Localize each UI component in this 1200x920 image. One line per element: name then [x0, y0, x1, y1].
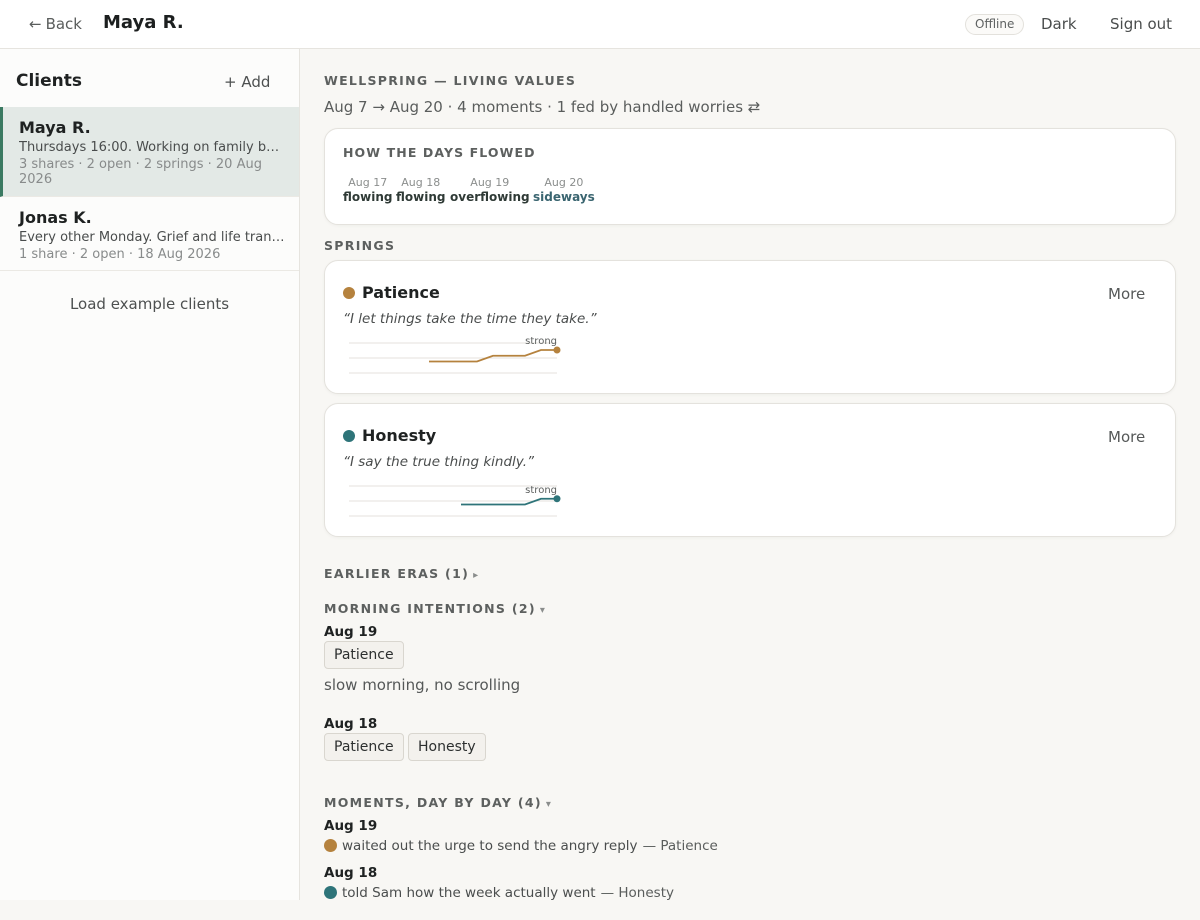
range-summary: Aug 7 → Aug 20 · 4 moments · 1 fed by ha…: [324, 98, 761, 116]
moments-label: MOMENTS, DAY BY DAY (4): [324, 795, 542, 810]
flow-day-state: flowing: [396, 190, 446, 204]
intention-date: Aug 19: [324, 624, 378, 640]
moment-text: waited out the urge to send the angry re…: [342, 838, 638, 854]
offline-status-badge: Offline: [965, 14, 1025, 35]
client-description: Thursdays 16:00. Working on family bound…: [19, 140, 285, 155]
moment-item: waited out the urge to send the angry re…: [324, 838, 718, 854]
spring-card-patience: Patience More “I let things take the tim…: [324, 260, 1176, 394]
moment-date: Aug 19: [324, 818, 378, 834]
moment-text: told Sam how the week actually went: [342, 885, 596, 901]
sign-out-button[interactable]: Sign out: [1110, 15, 1172, 33]
spring-name: Honesty: [362, 426, 437, 445]
caret-right-icon: ▸: [473, 570, 479, 581]
flow-day-date: Aug 20: [544, 176, 584, 189]
client-meta: 3 shares · 2 open · 2 springs · 20 Aug 2…: [19, 157, 262, 187]
intention-chip[interactable]: Patience: [324, 733, 404, 761]
earlier-eras-toggle[interactable]: EARLIER ERAS (1) ▸: [324, 566, 478, 581]
flow-day-date: Aug 19: [470, 176, 510, 189]
moment-value: — Honesty: [600, 885, 674, 901]
flow-day-state: sideways: [533, 190, 595, 204]
flow-day-date: Aug 18: [401, 176, 441, 189]
clients-heading: Clients: [16, 71, 83, 91]
sparkline-level-label: strong: [525, 485, 557, 496]
caret-down-icon: ▾: [545, 799, 551, 810]
earlier-eras-label: EARLIER ERAS (1): [324, 566, 470, 581]
section-eyebrow: WELLSPRING — LIVING VALUES: [324, 73, 577, 88]
client-item-maya[interactable]: Maya R. Thursdays 16:00. Working on fami…: [0, 107, 299, 197]
client-item-jonas[interactable]: Jonas K. Every other Monday. Grief and l…: [0, 197, 299, 271]
spring-quote: “I say the true thing kindly.”: [343, 454, 534, 470]
spring-quote: “I let things take the time they take.”: [343, 311, 597, 327]
moments-toggle[interactable]: MOMENTS, DAY BY DAY (4) ▾: [324, 795, 551, 810]
value-color-dot: [324, 839, 337, 852]
springs-heading: SPRINGS: [324, 238, 396, 253]
morning-intentions-toggle[interactable]: MORNING INTENTIONS (2) ▾: [324, 601, 545, 616]
back-arrow-icon: ←: [29, 15, 42, 33]
back-button[interactable]: ← Back: [29, 15, 82, 33]
spring-more-button[interactable]: More: [1108, 285, 1145, 303]
flow-day: Aug 17 flowing: [343, 176, 392, 205]
sparkline-trend-line: [429, 349, 557, 363]
flow-day-state: flowing: [343, 190, 393, 204]
intention-note: slow morning, no scrolling: [324, 676, 521, 694]
sparkline-end-point: [553, 495, 561, 503]
moment-value: — Patience: [642, 838, 718, 854]
load-example-clients-button[interactable]: Load example clients: [0, 295, 299, 313]
flow-day: Aug 18 flowing: [396, 176, 445, 205]
sparkline-end-point: [553, 346, 561, 354]
spring-card-honesty: Honesty More “I say the true thing kindl…: [324, 403, 1176, 537]
client-meta: 1 share · 2 open · 18 Aug 2026: [19, 247, 221, 262]
intention-chip[interactable]: Patience: [324, 641, 404, 669]
spring-color-dot: [343, 287, 355, 299]
top-bar: ← Back Maya R. Offline Dark Sign out: [0, 0, 1200, 49]
spring-more-button[interactable]: More: [1108, 428, 1145, 446]
flow-day: Aug 20 sideways: [533, 176, 595, 205]
spring-color-dot: [343, 430, 355, 442]
morning-intentions-label: MORNING INTENTIONS (2): [324, 601, 536, 616]
sparkline-trend-line: [461, 497, 557, 506]
client-description: Every other Monday. Grief and life trans…: [19, 230, 285, 245]
value-color-dot: [324, 886, 337, 899]
intention-date: Aug 18: [324, 716, 378, 732]
sparkline-level-label: strong: [525, 336, 557, 347]
intention-chip[interactable]: Honesty: [408, 733, 486, 761]
days-flow-card: HOW THE DAYS FLOWED Aug 17 flowing Aug 1…: [324, 128, 1176, 225]
flow-card-title: HOW THE DAYS FLOWED: [343, 145, 536, 160]
spring-trend-sparkline: strong: [349, 485, 561, 517]
back-label: Back: [45, 15, 82, 33]
spring-name: Patience: [362, 283, 440, 302]
page-title: Maya R.: [103, 12, 184, 33]
flow-day-state: overflowing: [450, 190, 530, 204]
client-name: Maya R.: [19, 118, 91, 137]
caret-down-icon: ▾: [539, 605, 545, 616]
flow-day: Aug 19 overflowing: [450, 176, 530, 205]
main-panel: WELLSPRING — LIVING VALUES Aug 7 → Aug 2…: [300, 49, 1200, 901]
add-client-button[interactable]: + Add: [224, 73, 270, 91]
client-sidebar: Clients + Add Maya R. Thursdays 16:00. W…: [0, 49, 300, 900]
flow-day-date: Aug 17: [348, 176, 388, 189]
moment-date: Aug 18: [324, 865, 378, 881]
spring-trend-sparkline: strong: [349, 336, 561, 374]
client-name: Jonas K.: [19, 208, 92, 227]
moment-item: told Sam how the week actually went — Hon…: [324, 885, 674, 901]
dark-mode-toggle[interactable]: Dark: [1041, 15, 1077, 33]
